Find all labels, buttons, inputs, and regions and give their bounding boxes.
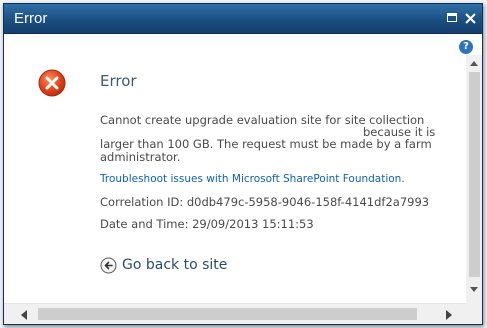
error-heading: Error bbox=[100, 72, 137, 90]
close-icon[interactable] bbox=[464, 12, 477, 25]
scroll-right-icon[interactable] bbox=[446, 310, 452, 320]
vertical-scrollbar[interactable] bbox=[466, 55, 482, 303]
scroll-up-icon[interactable] bbox=[470, 61, 478, 66]
troubleshoot-link[interactable]: Troubleshoot issues with Microsoft Share… bbox=[100, 173, 405, 185]
scroll-down-icon[interactable] bbox=[470, 287, 478, 292]
back-arrow-icon bbox=[100, 257, 117, 274]
horizontal-scroll-thumb[interactable] bbox=[38, 308, 417, 320]
correlation-id: Correlation ID: d0db479c-5958-9046-158f-… bbox=[100, 195, 430, 209]
dialog-title: Error bbox=[14, 10, 48, 27]
maximize-icon[interactable] bbox=[446, 12, 459, 25]
error-message-line-3: larger than 100 GB. The request must be … bbox=[100, 137, 432, 151]
error-icon bbox=[38, 69, 66, 97]
error-dialog: Error ? Error Cannot create upgrade eval… bbox=[3, 3, 483, 325]
dialog-titlebar: Error bbox=[4, 4, 482, 34]
scrollbar-corner bbox=[466, 303, 482, 324]
go-back-label: Go back to site bbox=[122, 257, 228, 273]
vertical-scroll-thumb[interactable] bbox=[469, 72, 480, 277]
error-message-line-4: administrator. bbox=[100, 150, 181, 164]
scroll-left-icon[interactable] bbox=[21, 310, 27, 320]
horizontal-scrollbar[interactable] bbox=[4, 303, 482, 324]
dialog-content: Error Cannot create upgrade evaluation s… bbox=[4, 35, 466, 303]
date-time: Date and Time: 29/09/2013 15:11:53 bbox=[100, 217, 314, 231]
